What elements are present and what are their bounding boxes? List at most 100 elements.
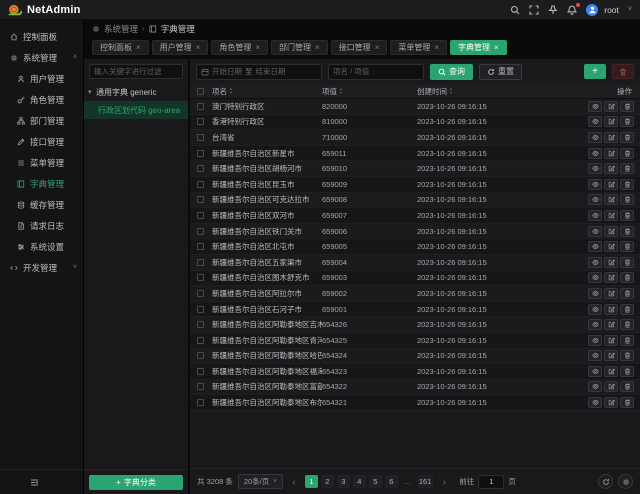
view-button[interactable] xyxy=(588,304,602,315)
row-checkbox[interactable] xyxy=(197,228,204,235)
add-item-button[interactable]: + xyxy=(584,64,606,79)
sidebar-item[interactable]: 部门管理 xyxy=(0,110,83,131)
view-button[interactable] xyxy=(588,132,602,143)
close-icon[interactable]: × xyxy=(375,44,380,52)
row-checkbox[interactable] xyxy=(197,337,204,344)
delete-button[interactable] xyxy=(620,163,634,174)
page-button[interactable]: 2 xyxy=(321,475,334,488)
close-icon[interactable]: × xyxy=(434,44,439,52)
row-checkbox[interactable] xyxy=(197,212,204,219)
edit-button[interactable] xyxy=(604,257,618,268)
tab[interactable]: 菜单管理× xyxy=(390,40,447,55)
sidebar-item[interactable]: 字典管理 xyxy=(0,173,83,194)
date-range-picker[interactable]: 开始日期 至 结束日期 xyxy=(196,64,322,80)
table-row[interactable]: 新疆维吾尔自治区阿勒泰地区福海县6543232023-10-26 09:16:1… xyxy=(190,364,640,380)
row-checkbox[interactable] xyxy=(197,196,204,203)
view-button[interactable] xyxy=(588,335,602,346)
row-checkbox[interactable] xyxy=(197,259,204,266)
view-button[interactable] xyxy=(588,350,602,361)
table-settings-button[interactable] xyxy=(618,474,633,489)
page-button[interactable]: 6 xyxy=(385,475,398,488)
sort-icon[interactable]: ▲▼ xyxy=(229,87,233,95)
sidebar-item[interactable]: 开发管理˅ xyxy=(0,257,83,278)
edit-button[interactable] xyxy=(604,194,618,205)
row-checkbox[interactable] xyxy=(197,165,204,172)
row-checkbox[interactable] xyxy=(197,321,204,328)
edit-button[interactable] xyxy=(604,101,618,112)
delete-button[interactable] xyxy=(620,319,634,330)
view-button[interactable] xyxy=(588,148,602,159)
table-row[interactable]: 新疆维吾尔自治区铁门关市6590062023-10-26 09:16:15 xyxy=(190,224,640,240)
sort-icon[interactable]: ▲▼ xyxy=(339,87,343,95)
edit-button[interactable] xyxy=(604,335,618,346)
more-pages-button[interactable]: … xyxy=(401,475,414,488)
edit-button[interactable] xyxy=(604,272,618,283)
edit-button[interactable] xyxy=(604,397,618,408)
view-button[interactable] xyxy=(588,101,602,112)
row-checkbox[interactable] xyxy=(197,383,204,390)
edit-button[interactable] xyxy=(604,210,618,221)
goto-page-input[interactable] xyxy=(478,475,504,489)
view-button[interactable] xyxy=(588,226,602,237)
search-icon[interactable] xyxy=(510,5,520,15)
keyword-input[interactable] xyxy=(328,64,424,80)
page-button[interactable]: 161 xyxy=(417,475,434,488)
delete-button[interactable] xyxy=(620,210,634,221)
delete-button[interactable] xyxy=(620,397,634,408)
batch-delete-button[interactable] xyxy=(612,64,634,79)
sidebar-item[interactable]: 系统设置 xyxy=(0,236,83,257)
view-button[interactable] xyxy=(588,288,602,299)
edit-button[interactable] xyxy=(604,163,618,174)
view-button[interactable] xyxy=(588,381,602,392)
view-button[interactable] xyxy=(588,210,602,221)
edit-button[interactable] xyxy=(604,304,618,315)
view-button[interactable] xyxy=(588,116,602,127)
close-icon[interactable]: × xyxy=(315,44,320,52)
view-button[interactable] xyxy=(588,257,602,268)
delete-button[interactable] xyxy=(620,288,634,299)
row-checkbox[interactable] xyxy=(197,368,204,375)
edit-button[interactable] xyxy=(604,366,618,377)
page-button[interactable]: 4 xyxy=(353,475,366,488)
delete-button[interactable] xyxy=(620,241,634,252)
table-row[interactable]: 新疆维吾尔自治区北屯市6590052023-10-26 09:16:15 xyxy=(190,239,640,255)
row-checkbox[interactable] xyxy=(197,181,204,188)
sidebar-item[interactable]: 请求日志 xyxy=(0,215,83,236)
delete-button[interactable] xyxy=(620,194,634,205)
table-row[interactable]: 新疆维吾尔自治区可克达拉市6590082023-10-26 09:16:15 xyxy=(190,193,640,209)
view-button[interactable] xyxy=(588,179,602,190)
table-row[interactable]: 新疆维吾尔自治区石河子市6590012023-10-26 09:16:15 xyxy=(190,302,640,318)
avatar[interactable] xyxy=(586,4,598,16)
table-row[interactable]: 香港特别行政区8100002023-10-26 09:16:15 xyxy=(190,115,640,131)
sidebar-item[interactable]: 接口管理 xyxy=(0,131,83,152)
close-icon[interactable]: × xyxy=(196,44,201,52)
table-row[interactable]: 澳门特别行政区8200002023-10-26 09:16:15 xyxy=(190,99,640,115)
tab[interactable]: 用户管理× xyxy=(152,40,209,55)
row-checkbox[interactable] xyxy=(197,103,204,110)
edit-button[interactable] xyxy=(604,132,618,143)
delete-button[interactable] xyxy=(620,366,634,377)
view-button[interactable] xyxy=(588,397,602,408)
delete-button[interactable] xyxy=(620,272,634,283)
delete-button[interactable] xyxy=(620,350,634,361)
sidebar-item[interactable]: 用户管理 xyxy=(0,68,83,89)
edit-button[interactable] xyxy=(604,350,618,361)
table-row[interactable]: 新疆维吾尔自治区阿勒泰地区布尔津县6543212023-10-26 09:16:… xyxy=(190,395,640,411)
notification-bell-icon[interactable] xyxy=(567,5,577,15)
delete-button[interactable] xyxy=(620,257,634,268)
view-button[interactable] xyxy=(588,272,602,283)
sort-icon[interactable]: ▲▼ xyxy=(449,87,453,95)
column-header-name[interactable]: 项名 ▲▼ xyxy=(212,86,322,97)
edit-button[interactable] xyxy=(604,288,618,299)
row-checkbox[interactable] xyxy=(197,399,204,406)
row-checkbox[interactable] xyxy=(197,118,204,125)
prev-page-button[interactable]: ‹ xyxy=(288,477,300,487)
row-checkbox[interactable] xyxy=(197,274,204,281)
edit-button[interactable] xyxy=(604,241,618,252)
table-row[interactable]: 新疆维吾尔自治区五家渠市6590042023-10-26 09:16:15 xyxy=(190,255,640,271)
tree-node[interactable]: ▾通用字典 generic xyxy=(84,83,188,101)
row-checkbox[interactable] xyxy=(197,352,204,359)
edit-button[interactable] xyxy=(604,226,618,237)
select-all-checkbox[interactable] xyxy=(197,88,204,95)
close-icon[interactable]: × xyxy=(136,44,141,52)
